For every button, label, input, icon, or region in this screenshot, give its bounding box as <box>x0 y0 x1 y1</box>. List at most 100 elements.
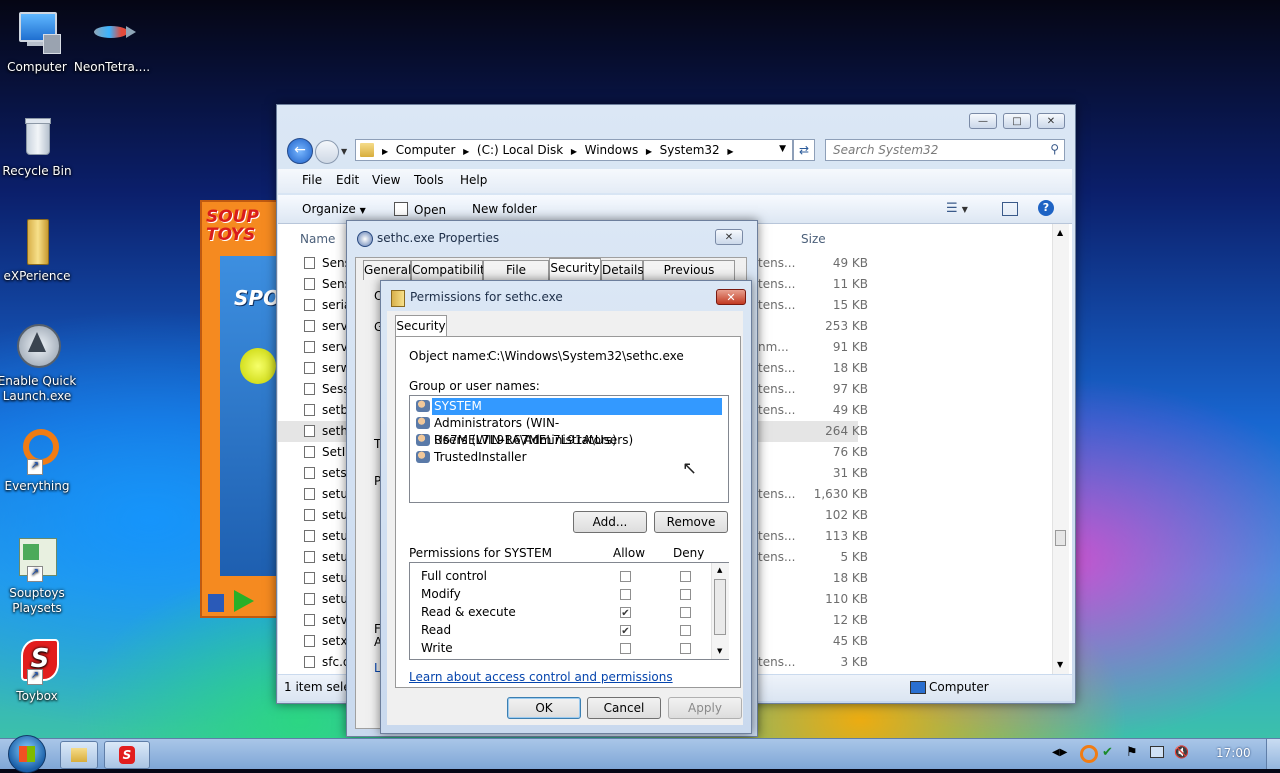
users-icon <box>416 451 430 463</box>
allow-checkbox[interactable]: ✔ <box>620 625 631 637</box>
menu-edit[interactable]: Edit <box>336 173 359 187</box>
security-check-icon[interactable]: ✔ <box>1102 745 1113 760</box>
tab-security[interactable]: Security <box>549 258 601 281</box>
menu-view[interactable]: View <box>372 173 400 187</box>
close-button[interactable]: ✕ <box>715 229 743 245</box>
lock-icon[interactable] <box>208 594 224 612</box>
user-name: Users (WIN-R67MEL7L91A\Users) <box>434 433 634 447</box>
tab-previous-versions[interactable]: Previous Versions <box>643 260 735 295</box>
user-row[interactable]: SYSTEM <box>412 398 726 415</box>
forward-button[interactable] <box>315 140 339 164</box>
ok-button[interactable]: OK <box>507 697 581 719</box>
scroll-down-icon[interactable]: ▼ <box>1057 660 1063 669</box>
help-icon[interactable]: ? <box>1038 200 1054 216</box>
refresh-button[interactable]: ⇄ <box>793 139 815 161</box>
file-icon <box>304 404 315 416</box>
scroll-up-icon[interactable]: ▲ <box>1057 228 1063 237</box>
column-header-size[interactable]: Size <box>801 232 826 246</box>
scroll-down-icon[interactable]: ▼ <box>717 647 722 655</box>
show-desktop-button[interactable] <box>1266 739 1280 769</box>
deny-checkbox[interactable] <box>680 643 691 654</box>
recent-pages-arrow-icon[interactable]: ▼ <box>341 147 347 156</box>
new-folder-button[interactable]: New folder <box>472 202 537 216</box>
desktop-icon-toybox[interactable]: S ↗ Toybox <box>0 637 77 704</box>
allow-checkbox[interactable] <box>620 571 631 582</box>
maximize-button[interactable]: □ <box>1003 113 1031 129</box>
volume-muted-icon[interactable]: 🔇 <box>1174 745 1189 759</box>
tab-file-hashes[interactable]: File Hashes <box>483 260 549 295</box>
user-row[interactable]: Users (WIN-R67MEL7L91A\Users) <box>412 432 726 449</box>
file-icon <box>304 341 315 353</box>
tab-details[interactable]: Details <box>601 260 644 280</box>
file-size: 91 KB <box>832 340 868 354</box>
users-icon <box>416 400 430 412</box>
close-button[interactable]: ✕ <box>1037 113 1065 129</box>
scrollbar[interactable]: ▲ ▼ <box>1052 224 1069 674</box>
file-size: 253 KB <box>825 319 868 333</box>
deny-checkbox[interactable] <box>680 589 691 600</box>
breadcrumb-windows[interactable]: Windows <box>585 143 639 157</box>
show-hidden-icons-icon[interactable]: ◀▶ <box>1052 747 1067 758</box>
file-icon <box>304 551 315 563</box>
menu-help[interactable]: Help <box>460 173 487 187</box>
desktop-icon-experience[interactable]: eXPerience <box>0 217 77 284</box>
cancel-button[interactable]: Cancel <box>587 697 661 719</box>
add-button[interactable]: Add... <box>573 511 647 533</box>
allow-checkbox[interactable] <box>620 643 631 654</box>
search-input[interactable]: Search System32 ⚲ <box>825 139 1065 161</box>
views-icon[interactable]: ☰ ▼ <box>946 201 968 216</box>
user-row[interactable]: Administrators (WIN-R67MEL7L91A\Administ… <box>412 415 726 447</box>
address-dropdown-icon[interactable]: ▼ <box>779 144 786 154</box>
deny-checkbox[interactable] <box>680 607 691 618</box>
desktop-icon-everything[interactable]: ↗ Everything <box>0 427 77 494</box>
remove-button[interactable]: Remove <box>654 511 728 533</box>
perm-scrollbar[interactable]: ▲ ▼ <box>711 563 729 659</box>
taskbar-souptoys-button[interactable]: S <box>104 741 150 769</box>
menu-tools[interactable]: Tools <box>414 173 444 187</box>
user-name: SYSTEM <box>432 398 722 415</box>
deny-checkbox[interactable] <box>680 571 691 582</box>
recycle-bin-icon <box>13 112 61 160</box>
preview-pane-icon[interactable] <box>1002 202 1018 216</box>
desktop-icon-enable-quick-launch[interactable]: Enable Quick Launch.exe <box>0 322 77 404</box>
tab-security[interactable]: Security <box>395 315 447 337</box>
breadcrumb-computer[interactable]: Computer <box>396 143 456 157</box>
breadcrumb-local-disk[interactable]: (C:) Local Disk <box>477 143 563 157</box>
allow-checkbox[interactable] <box>620 589 631 600</box>
taskbar-explorer-button[interactable] <box>60 741 98 769</box>
access-control-link[interactable]: Learn about access control and permissio… <box>409 670 673 684</box>
souptoys-logo: SOUP TOYS <box>206 207 259 245</box>
organize-button[interactable]: Organize ▼ <box>302 202 366 216</box>
desktop-icon-neontetra[interactable]: NeonTetra.... <box>72 8 152 75</box>
start-button[interactable] <box>8 735 46 773</box>
user-row[interactable]: TrustedInstaller <box>412 449 726 466</box>
scroll-up-icon[interactable]: ▲ <box>717 566 722 574</box>
column-header-name[interactable]: Name <box>300 232 335 246</box>
desktop-icon-label: Enable Quick Launch.exe <box>0 374 77 403</box>
desktop-icon-souptoys-playsets[interactable]: ↗ Souptoys Playsets <box>0 534 77 616</box>
close-button[interactable]: ✕ <box>716 289 746 305</box>
tab-general[interactable]: General <box>363 260 411 280</box>
desktop-icon-computer[interactable]: Computer <box>0 8 77 75</box>
minimize-button[interactable]: — <box>969 113 997 129</box>
open-button[interactable]: Open <box>394 202 446 217</box>
file-icon <box>304 509 315 521</box>
scroll-thumb[interactable] <box>1055 530 1066 546</box>
file-size: 76 KB <box>832 445 868 459</box>
users-list[interactable]: SYSTEM Administrators (WIN-R67MEL7L91A\A… <box>409 395 729 503</box>
back-button[interactable]: ← <box>287 138 313 164</box>
scroll-thumb[interactable] <box>714 579 726 635</box>
everything-tray-icon[interactable] <box>1080 745 1098 763</box>
desktop-icon-recycle-bin[interactable]: Recycle Bin <box>0 112 77 179</box>
address-bar[interactable]: ▶ Computer ▶ (C:) Local Disk ▶ Windows ▶… <box>355 139 793 161</box>
flag-icon[interactable]: ⚑ <box>1126 745 1138 760</box>
clock[interactable]: 17:00 <box>1216 746 1251 760</box>
network-icon[interactable] <box>1150 746 1164 758</box>
menu-file[interactable]: File <box>302 173 322 187</box>
deny-checkbox[interactable] <box>680 625 691 636</box>
breadcrumb-system32[interactable]: System32 <box>660 143 720 157</box>
apply-button[interactable]: Apply <box>668 697 742 719</box>
allow-checkbox[interactable]: ✔ <box>620 607 631 619</box>
play-icon[interactable] <box>234 590 254 612</box>
tab-compatibility[interactable]: Compatibility <box>411 260 492 280</box>
